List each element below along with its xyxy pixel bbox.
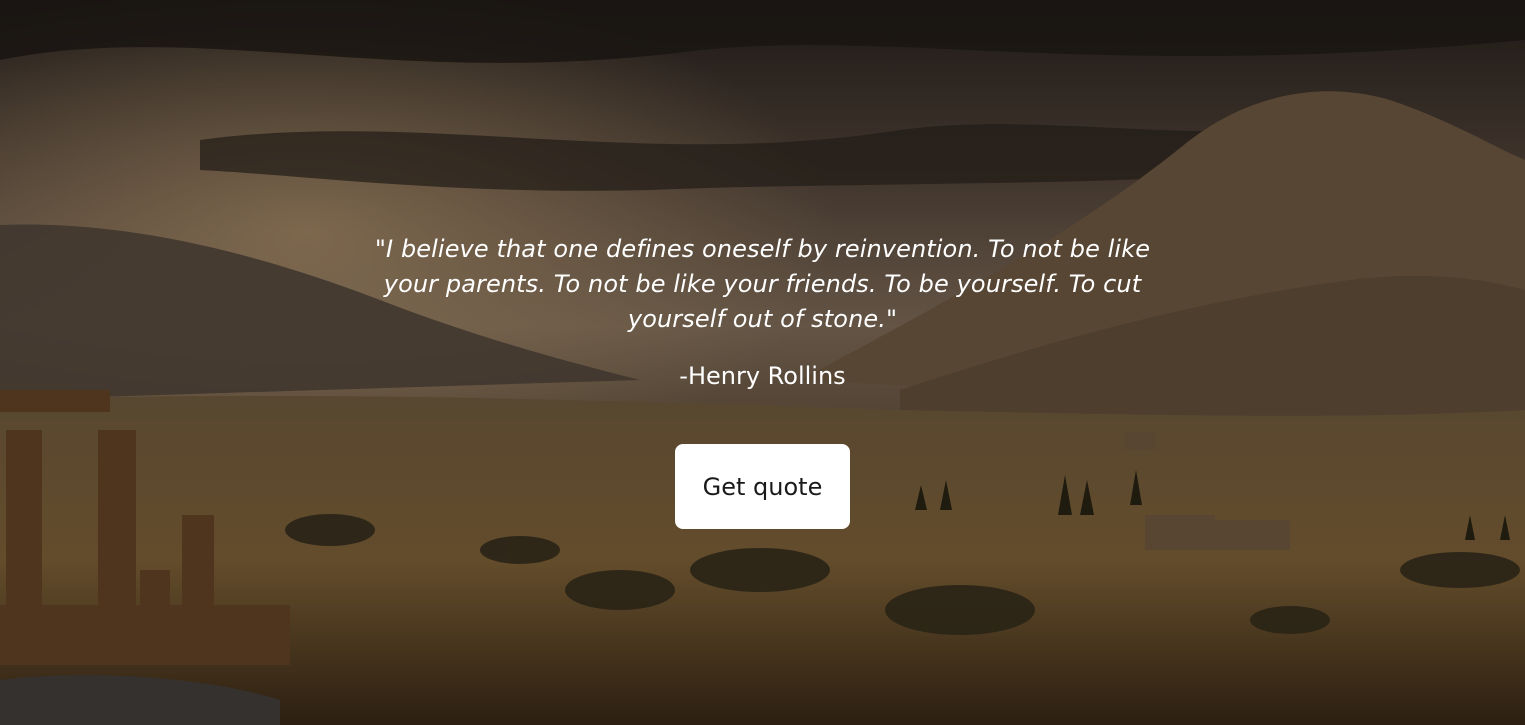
- quote-text: "I believe that one defines oneself by r…: [374, 235, 1151, 333]
- quote-container: "I believe that one defines oneself by r…: [0, 232, 1525, 529]
- get-quote-button[interactable]: Get quote: [675, 444, 850, 529]
- quote-author: -Henry Rollins: [679, 362, 846, 390]
- background-scene: "I believe that one defines oneself by r…: [0, 0, 1525, 725]
